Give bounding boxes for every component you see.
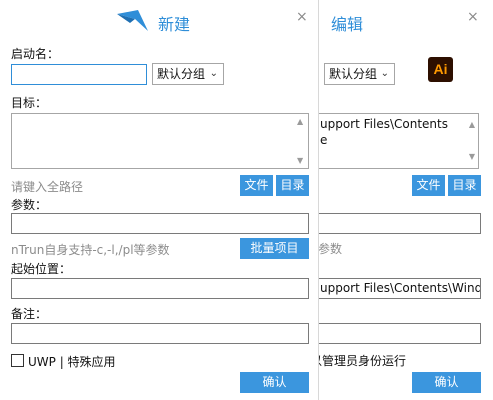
scroll-up-icon[interactable]: ▲ <box>469 117 475 133</box>
dir-button[interactable]: 目录 <box>276 175 309 196</box>
edit-dialog-title: 编辑 <box>331 15 364 34</box>
uwp-label: UWP | 特殊应用 <box>28 355 116 369</box>
start-location-label: 起始位置： <box>11 262 72 276</box>
params-hint: nTrun自身支持-c,-l,/pl等参数 <box>11 243 170 257</box>
confirm-button[interactable]: 确认 <box>240 372 309 393</box>
name-input[interactable] <box>11 64 147 85</box>
uwp-checkbox[interactable] <box>11 354 24 367</box>
group-select-value: 默认分组 <box>157 67 206 81</box>
batch-items-button[interactable]: 批量项目 <box>240 238 309 259</box>
target-value-line1: upport Files\Contents <box>320 117 448 131</box>
group-select-value: 默认分组 <box>329 67 378 81</box>
edit-dialog: 编辑 × 默认分组 ⌄ Ai upport Files\Contents e ▲… <box>318 0 493 400</box>
start-field[interactable]: upport Files\Contents\Windo <box>318 278 481 299</box>
params-hint: 参数 <box>318 242 343 256</box>
file-button[interactable]: 文件 <box>240 175 273 196</box>
scroll-down-icon[interactable]: ▼ <box>469 149 475 165</box>
chevron-down-icon: ⌄ <box>380 68 389 79</box>
confirm-button[interactable]: 确认 <box>412 372 481 393</box>
note-field[interactable] <box>318 323 481 344</box>
target-value-line2: e <box>320 133 328 147</box>
file-button[interactable]: 文件 <box>412 175 445 196</box>
new-dialog: 新建 × 启动名： 默认分组 ⌄ 目标： ▲ ▼ 请键入全路径 文件 目录 参数… <box>0 0 319 400</box>
dir-button[interactable]: 目录 <box>448 175 481 196</box>
app-icon: Ai <box>428 57 453 82</box>
params-input[interactable] <box>11 213 309 234</box>
name-label: 启动名： <box>11 47 60 61</box>
group-select[interactable]: 默认分组 ⌄ <box>152 63 224 85</box>
admin-label: 以管理员身份运行 <box>318 354 407 368</box>
note-input[interactable] <box>11 323 309 344</box>
new-dialog-title: 新建 <box>158 15 191 34</box>
note-label: 备注： <box>11 307 48 321</box>
chevron-down-icon: ⌄ <box>209 68 218 79</box>
close-icon[interactable]: × <box>296 9 308 25</box>
scroll-up-icon[interactable]: ▲ <box>297 117 315 126</box>
target-placeholder: 请键入全路径 <box>11 180 84 194</box>
target-field[interactable] <box>11 113 309 169</box>
target-label: 目标： <box>11 96 48 110</box>
close-icon[interactable]: × <box>467 9 479 25</box>
group-select[interactable]: 默认分组 ⌄ <box>324 63 395 85</box>
params-field[interactable] <box>318 213 481 234</box>
params-label: 参数： <box>11 198 48 212</box>
target-field[interactable]: upport Files\Contents e ▲ ▼ <box>318 113 479 169</box>
start-location-input[interactable] <box>11 278 309 299</box>
app-logo-icon <box>117 10 148 31</box>
